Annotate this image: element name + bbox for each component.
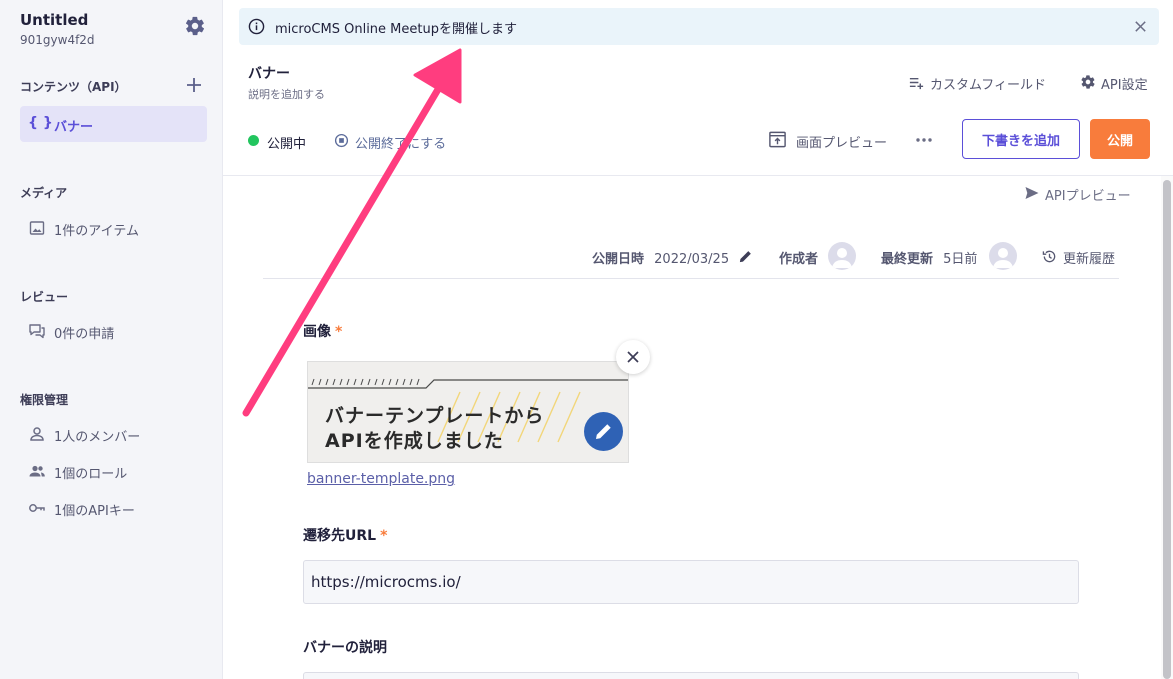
sidebar-item-label: 1人のメンバー	[54, 430, 141, 445]
sidebar-item-label: バナー	[54, 120, 94, 135]
stop-circle-icon	[334, 133, 349, 148]
more-options-icon[interactable]	[914, 130, 934, 150]
content-divider	[263, 278, 1119, 279]
banner-image-text-line2: APIを作成しました	[325, 430, 504, 452]
playlist-add-icon	[909, 78, 924, 90]
image-filename-link[interactable]: banner-template.png	[307, 471, 455, 487]
sidebar-item-label: 1個のAPIキー	[54, 504, 135, 519]
remove-image-button[interactable]	[616, 340, 650, 374]
history-link[interactable]: 更新履歴	[1063, 248, 1115, 267]
publish-date: 公開日時 2022/03/25	[592, 252, 730, 267]
close-icon	[627, 351, 639, 363]
project-id: 901gyw4f2d	[20, 33, 95, 47]
author-label: 作成者	[779, 252, 819, 267]
info-icon	[248, 18, 265, 35]
banner-image-text-line1: バナーテンプレートから	[325, 405, 545, 427]
announcement-bar: microCMS Online Meetupを開催します	[239, 8, 1159, 45]
sidebar-item-banner-api[interactable]: { } バナー	[20, 106, 207, 142]
page-title[interactable]: バナー	[248, 63, 290, 83]
scrollbar-thumb[interactable]	[1163, 180, 1171, 679]
user-avatar-icon	[832, 248, 852, 268]
avatar	[989, 242, 1017, 270]
close-icon[interactable]	[1133, 19, 1148, 34]
edit-image-button[interactable]	[584, 412, 623, 451]
url-field-label: 遷移先URL *	[303, 528, 388, 544]
url-input[interactable]	[303, 560, 1079, 604]
sidebar-item-label: 0件の申請	[54, 327, 115, 342]
add-draft-button[interactable]: 下書きを追加	[962, 119, 1080, 159]
sidebar: Untitled 901gyw4f2d コンテンツ（API） { } バナー メ…	[0, 0, 223, 679]
announcement-text[interactable]: microCMS Online Meetupを開催します	[275, 18, 517, 37]
image-field-label: 画像 *	[303, 324, 343, 340]
pencil-icon[interactable]	[738, 249, 753, 264]
send-icon	[1025, 187, 1039, 199]
permissions-heading: 権限管理	[20, 393, 69, 407]
required-mark: *	[380, 528, 388, 544]
review-heading: レビュー	[20, 290, 69, 304]
add-description-link[interactable]: 説明を追加する	[248, 86, 325, 102]
media-heading: メディア	[20, 186, 68, 200]
header-divider	[223, 175, 1173, 176]
person-icon	[30, 427, 44, 441]
avatar	[828, 242, 856, 270]
history-icon[interactable]	[1042, 249, 1057, 264]
user-avatar-icon	[993, 248, 1013, 268]
pencil-icon	[596, 424, 611, 439]
gear-icon	[1081, 75, 1095, 89]
project-name: Untitled	[20, 11, 89, 29]
publish-button[interactable]: 公開	[1090, 119, 1150, 159]
status-dot	[248, 135, 259, 146]
group-icon	[29, 465, 45, 477]
sidebar-item-label: 1件のアイテム	[54, 224, 139, 239]
api-braces-icon: { }	[28, 115, 53, 131]
required-mark: *	[335, 324, 343, 340]
chat-icon	[29, 324, 45, 339]
status-badge: 公開中	[267, 137, 307, 152]
description-field-label: バナーの説明	[303, 640, 387, 656]
open-preview-icon	[769, 131, 786, 148]
description-input[interactable]	[303, 672, 1079, 679]
key-icon	[29, 504, 45, 512]
gear-icon[interactable]	[184, 15, 206, 37]
contents-heading: コンテンツ（API）	[20, 80, 127, 94]
image-icon	[29, 221, 45, 235]
sidebar-item-label: 1個のロール	[54, 467, 128, 482]
add-api-icon[interactable]	[185, 76, 203, 94]
last-updated: 最終更新 5日前	[881, 252, 978, 267]
